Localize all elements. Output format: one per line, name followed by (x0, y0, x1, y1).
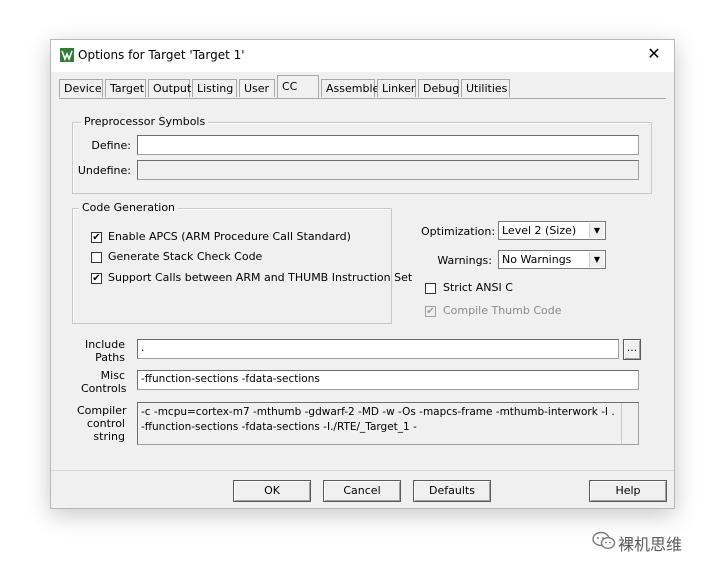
compiler-label-line3: string (93, 430, 125, 443)
wechat-icon (592, 531, 616, 550)
watermark-text: 裸机思维 (618, 535, 683, 554)
cancel-button[interactable]: Cancel (323, 480, 401, 502)
optimization-label: Optimization: (421, 225, 496, 238)
window-title: Options for Target 'Target 1' (78, 48, 245, 62)
tab-listing[interactable]: Listing (192, 79, 237, 97)
stack-check-checkbox[interactable] (91, 252, 102, 263)
defaults-button[interactable]: Defaults (413, 480, 491, 502)
compiler-label-line2: control (86, 417, 125, 430)
code-generation-title: Code Generation (79, 201, 179, 214)
interwork-checkbox[interactable]: ✔ (91, 273, 102, 284)
tab-assembler[interactable]: Assembler (321, 79, 384, 97)
chevron-down-icon: ▼ (589, 252, 604, 267)
thumb-code-label: Compile Thumb Code (443, 304, 562, 317)
tab-target[interactable]: Target (105, 79, 146, 97)
tab-linker[interactable]: Linker (377, 79, 416, 97)
preprocessor-group: Preprocessor Symbols (72, 115, 652, 194)
warnings-label: Warnings: (437, 254, 492, 267)
tab-device[interactable]: Device (59, 79, 103, 97)
define-input[interactable] (137, 135, 639, 155)
warnings-value: No Warnings (502, 253, 572, 266)
thumb-code-checkbox: ✔ (425, 306, 436, 317)
browse-button[interactable]: ... (623, 339, 641, 360)
code-generation-group: Code Generation (72, 201, 392, 324)
include-paths-input[interactable]: . (137, 339, 619, 359)
tab-output[interactable]: Output (148, 79, 191, 97)
compiler-label-line1: Compiler (77, 404, 127, 417)
ok-button[interactable]: OK (233, 480, 311, 502)
include-label-line2: Paths (95, 351, 125, 364)
preprocessor-group-title: Preprocessor Symbols (81, 115, 209, 128)
strict-ansi-checkbox[interactable] (425, 283, 436, 294)
define-label: Define: (91, 139, 131, 152)
tab-cc[interactable]: CC (277, 75, 319, 98)
tab-debug[interactable]: Debug (418, 79, 459, 97)
close-button[interactable]: ✕ (634, 40, 674, 70)
optimization-value: Level 2 (Size) (502, 224, 577, 237)
apcs-label: Enable APCS (ARM Procedure Call Standard… (108, 230, 351, 243)
interwork-label: Support Calls between ARM and THUMB Inst… (108, 271, 413, 284)
help-button[interactable]: Help (589, 480, 667, 502)
scrollbar[interactable] (621, 403, 638, 444)
keil-app-icon (60, 48, 74, 62)
strict-ansi-label: Strict ANSI C (443, 281, 513, 294)
compiler-string-label: Compiler control string (77, 404, 127, 443)
include-paths-label: Include Paths (81, 338, 125, 364)
misc-controls-input[interactable]: -ffunction-sections -fdata-sections (137, 370, 639, 390)
warnings-select[interactable]: No Warnings ▼ (498, 250, 606, 269)
compiler-string-value: -c -mcpu=cortex-m7 -mthumb -gdwarf-2 -MD… (141, 406, 615, 433)
undefine-input[interactable] (137, 160, 639, 180)
undefine-label: Undefine: (77, 164, 131, 177)
options-dialog: Options for Target 'Target 1' ✕ Device T… (50, 39, 675, 509)
footer-divider (51, 470, 674, 471)
tab-divider (59, 98, 666, 99)
title-bar: Options for Target 'Target 1' ✕ (51, 40, 674, 72)
watermark: 裸机思维 (592, 530, 702, 554)
tab-bar: Device Target Output Listing User CC Ass… (59, 75, 666, 98)
tab-user[interactable]: User (239, 79, 275, 97)
tab-utilities[interactable]: Utilities (461, 79, 510, 97)
misc-label-line1: Misc (100, 369, 125, 382)
stack-check-label: Generate Stack Check Code (108, 250, 263, 263)
optimization-select[interactable]: Level 2 (Size) ▼ (498, 221, 606, 240)
misc-controls-label: Misc Controls (81, 369, 127, 395)
compiler-string-text[interactable]: -c -mcpu=cortex-m7 -mthumb -gdwarf-2 -MD… (137, 402, 639, 445)
misc-label-line2: Controls (81, 382, 127, 395)
include-label-line1: Include (84, 338, 125, 351)
apcs-checkbox[interactable]: ✔ (91, 232, 102, 243)
chevron-down-icon: ▼ (589, 223, 604, 238)
